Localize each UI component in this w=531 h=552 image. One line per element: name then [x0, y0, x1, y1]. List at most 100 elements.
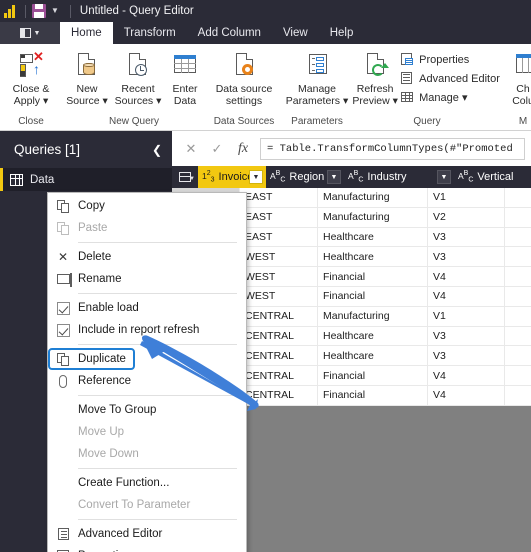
table-cell-vertical[interactable]: V4 [428, 267, 505, 286]
table-cell-industry[interactable]: Financial [318, 366, 428, 385]
menu-item-include-in-report-refresh[interactable]: Include in report refresh [48, 319, 246, 341]
table-cell-industry[interactable]: Healthcare [318, 227, 428, 247]
chevron-down-icon[interactable]: ▼ [51, 7, 59, 15]
menu-item-advanced-editor[interactable]: Advanced Editor [48, 523, 246, 545]
query-context-menu: Copy Paste ✕ Delete Rename Enable load Include… [47, 192, 247, 552]
close-and-apply-button[interactable]: ✕ ↑ Close & Apply ▾ [0, 48, 62, 107]
column-header-industry[interactable]: ABC Industry ▼ [344, 166, 454, 188]
checkbox-checked-icon [48, 301, 78, 315]
manage-parameters-icon [302, 51, 332, 81]
checkmark-icon[interactable]: ✓ [204, 138, 230, 160]
filter-dropdown-icon[interactable]: ▼ [249, 170, 263, 184]
select-all-columns-icon[interactable]: ▼ [172, 166, 198, 188]
ribbon-group-data-sources: Data source settings Data Sources [206, 44, 282, 130]
column-header-invoice[interactable]: 123 Invoice ▼ [198, 166, 266, 188]
table-cell-vertical[interactable]: V4 [428, 385, 505, 405]
table-cell-region[interactable]: EAST [240, 188, 318, 207]
table-cell-vertical[interactable]: V3 [428, 346, 505, 366]
table-cell-region[interactable]: CENTRAL [240, 306, 318, 326]
table-cell-region[interactable]: CENTRAL [240, 385, 318, 405]
menu-item-label: Move Up [78, 426, 125, 438]
manage-button[interactable]: Manage ▾ [400, 89, 504, 106]
table-cell-region[interactable]: CENTRAL [240, 326, 318, 346]
divider [69, 4, 71, 18]
ribbon-group-label-close: Close [18, 116, 44, 127]
column-header-region[interactable]: ABC Region ▼ [266, 166, 344, 188]
table-cell-region[interactable]: EAST [240, 227, 318, 247]
recent-sources-button[interactable]: Recent Sources ▾ [112, 48, 164, 107]
enter-data-button[interactable]: Enter Data [164, 48, 206, 107]
table-cell-industry[interactable]: Healthcare [318, 346, 428, 366]
table-cell-vertical[interactable]: V4 [428, 366, 505, 385]
refresh-preview-button[interactable]: Refresh Preview ▾ [350, 48, 400, 107]
menu-item-delete[interactable]: ✕ Delete [48, 246, 246, 268]
chevron-left-icon[interactable]: ❮ [152, 143, 162, 157]
menu-item-enable-load[interactable]: Enable load [48, 297, 246, 319]
table-cell-region[interactable]: EAST [240, 207, 318, 227]
menu-item-copy[interactable]: Copy [48, 195, 246, 217]
table-cell-vertical[interactable]: V3 [428, 326, 505, 346]
menu-item-label: Include in report refresh [78, 324, 200, 336]
recent-sources-icon [123, 51, 153, 81]
menu-item-rename[interactable]: Rename [48, 268, 246, 290]
menu-item-duplicate[interactable]: Duplicate [48, 348, 246, 370]
table-cell-vertical[interactable]: V1 [428, 306, 505, 326]
menu-item-properties[interactable]: Properties... [48, 545, 246, 552]
choose-columns-button[interactable]: Ch Colu [502, 48, 531, 107]
quick-access-toolbar-icon[interactable]: ▼ [0, 22, 60, 44]
advanced-editor-button[interactable]: Advanced Editor [400, 70, 504, 87]
menu-item-label: Advanced Editor [78, 528, 163, 540]
properties-button[interactable]: Properties [400, 51, 504, 68]
menu-item-reference[interactable]: Reference [48, 370, 246, 392]
column-header-vertical[interactable]: ABC Vertical [454, 166, 531, 188]
ribbon-group-new-query: New Source ▾ Recent Sources ▾ Enter Data… [62, 44, 206, 130]
table-cell-industry[interactable]: Healthcare [318, 326, 428, 346]
tab-home[interactable]: Home [60, 22, 113, 44]
choose-columns-label: Ch Colu [512, 83, 531, 107]
tab-view[interactable]: View [272, 22, 319, 44]
tab-help[interactable]: Help [319, 22, 365, 44]
menu-separator [78, 242, 237, 243]
sidebar-item-data[interactable]: Data [0, 168, 172, 191]
close-and-apply-icon: ✕ ↑ [16, 50, 46, 81]
table-cell-industry[interactable]: Manufacturing [318, 188, 428, 207]
table-cell-vertical[interactable]: V3 [428, 247, 505, 267]
table-cell-industry[interactable]: Financial [318, 385, 428, 405]
menu-item-create-function[interactable]: Create Function... [48, 472, 246, 494]
filter-dropdown-icon[interactable]: ▼ [437, 170, 451, 184]
table-cell-vertical[interactable]: V2 [428, 207, 505, 227]
save-icon[interactable] [32, 4, 46, 18]
table-cell-industry[interactable]: Manufacturing [318, 306, 428, 326]
cancel-icon[interactable]: ✕ [178, 138, 204, 160]
reference-icon [48, 374, 78, 388]
table-cell-vertical[interactable]: V1 [428, 188, 505, 207]
table-cell-region[interactable]: WEST [240, 267, 318, 286]
table-cell-industry[interactable]: Healthcare [318, 247, 428, 267]
new-source-button[interactable]: New Source ▾ [62, 48, 112, 107]
table-cell-region[interactable]: WEST [240, 286, 318, 306]
table-cell-region[interactable]: CENTRAL [240, 366, 318, 385]
table-cell-vertical[interactable]: V4 [428, 286, 505, 306]
ribbon-group-parameters: Manage Parameters ▾ Parameters [282, 44, 352, 130]
sidebar-item-label: Data [30, 173, 55, 186]
formula-input[interactable]: = Table.TransformColumnTypes(#"Promoted [260, 137, 525, 160]
menu-item-label: Delete [78, 251, 112, 263]
menu-item-move-to-group[interactable]: Move To Group [48, 399, 246, 421]
menu-separator [78, 293, 237, 294]
advanced-editor-label: Advanced Editor [419, 72, 500, 85]
tab-add-column[interactable]: Add Column [187, 22, 272, 44]
fx-icon[interactable]: fx [230, 138, 256, 160]
table-cell-region[interactable]: CENTRAL [240, 346, 318, 366]
data-source-settings-button[interactable]: Data source settings [206, 48, 282, 107]
table-cell-industry[interactable]: Financial [318, 286, 428, 306]
table-cell-industry[interactable]: Financial [318, 267, 428, 286]
table-cell-vertical[interactable]: V3 [428, 227, 505, 247]
tab-transform[interactable]: Transform [113, 22, 187, 44]
ribbon-tabstrip: ▼ Home Transform Add Column View Help [0, 22, 531, 44]
table-cell-industry[interactable]: Manufacturing [318, 207, 428, 227]
menu-item-label: Duplicate [78, 353, 126, 365]
filter-dropdown-icon[interactable]: ▼ [327, 170, 341, 184]
menu-separator [78, 468, 237, 469]
table-cell-region[interactable]: WEST [240, 247, 318, 267]
manage-parameters-button[interactable]: Manage Parameters ▾ [282, 48, 352, 107]
